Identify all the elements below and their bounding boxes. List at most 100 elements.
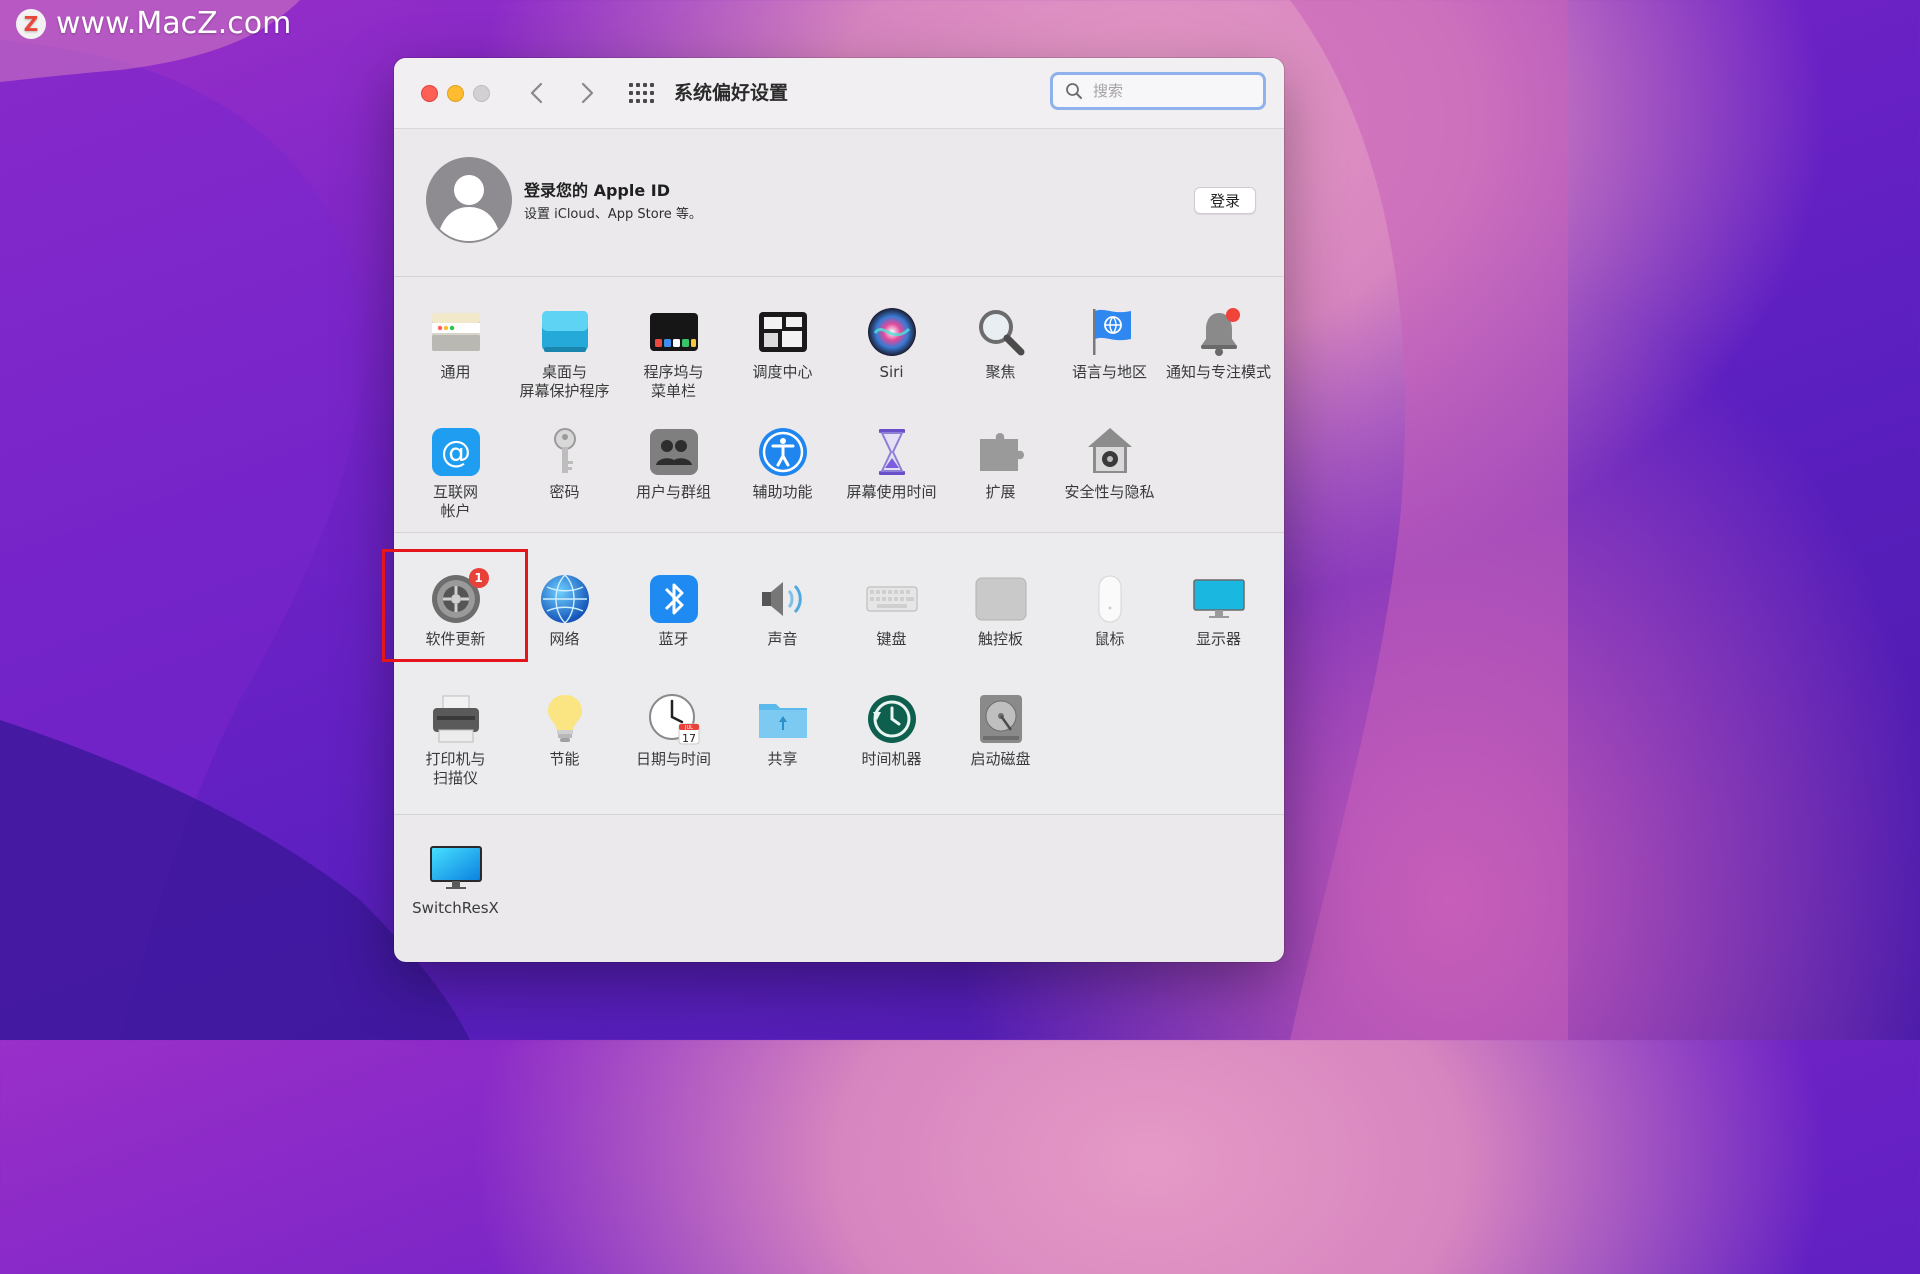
bluetooth-icon <box>649 575 698 623</box>
calendar-month-text: JUL <box>684 725 693 731</box>
users-groups-icon <box>649 429 698 475</box>
pane-label: 安全性与隐私 <box>1064 483 1155 501</box>
minimize-button[interactable] <box>447 85 464 102</box>
pane-language-region[interactable]: 语言与地区 <box>1055 305 1164 382</box>
chevron-right-icon <box>581 82 594 104</box>
passwords-icon <box>553 428 576 473</box>
pane-accessibility[interactable]: 辅助功能 <box>728 425 837 502</box>
pane-bluetooth[interactable]: 蓝牙 <box>619 572 728 649</box>
search-input[interactable] <box>1091 81 1245 101</box>
forward-button[interactable] <box>572 78 602 108</box>
login-button[interactable]: 登录 <box>1194 187 1256 214</box>
window-title: 系统偏好设置 <box>674 82 789 104</box>
pane-sound[interactable]: 声音 <box>728 572 837 649</box>
pane-label: 声音 <box>767 630 798 648</box>
pane-startup-disk[interactable]: 启动磁盘 <box>946 692 1055 769</box>
pane-label: 日期与时间 <box>635 750 711 768</box>
pane-printers-scanners[interactable]: 打印机与 扫描仪 <box>401 692 510 788</box>
date-time-icon: JUL 17 <box>648 694 699 745</box>
pane-switchresx[interactable]: SwitchResX <box>401 841 510 918</box>
pane-general[interactable]: 通用 <box>401 305 510 382</box>
pane-screen-time[interactable]: 屏幕使用时间 <box>837 425 946 502</box>
pane-siri[interactable]: Siri <box>837 305 946 382</box>
apple-id-title[interactable]: 登录您的 Apple ID <box>524 177 670 201</box>
accessibility-icon <box>758 428 807 476</box>
pane-internet-accounts[interactable]: @ 互联网 帐户 <box>401 425 510 521</box>
chevron-left-icon <box>530 82 543 104</box>
pane-time-machine[interactable]: 时间机器 <box>837 692 946 769</box>
pane-label: 共享 <box>767 750 798 768</box>
keyboard-icon <box>866 586 917 612</box>
highlight-box <box>382 549 528 662</box>
preferences-section-personal: 通用 桌面与 屏幕保护程序 程序坞与 菜单栏 调度中心 Siri 聚焦 语言与地… <box>394 277 1284 533</box>
printers-scanners-icon <box>432 695 479 743</box>
watermark: Z www.MacZ.com <box>16 6 291 41</box>
pane-label: 屏幕使用时间 <box>846 483 937 501</box>
pane-label: 网络 <box>549 630 580 648</box>
show-all-button[interactable] <box>628 80 654 106</box>
pane-label: 通知与专注模式 <box>1165 363 1271 381</box>
switchresx-icon <box>429 846 482 889</box>
pane-label: 密码 <box>549 483 580 501</box>
svg-text:@: @ <box>441 435 471 470</box>
macz-logo-icon: Z <box>16 8 46 39</box>
pane-label: 显示器 <box>1195 630 1241 648</box>
pane-label: 用户与群组 <box>635 483 711 501</box>
pane-label: 蓝牙 <box>658 630 689 648</box>
sound-icon <box>761 582 802 616</box>
search-field[interactable] <box>1050 72 1266 110</box>
pane-trackpad[interactable]: 触控板 <box>946 572 1055 649</box>
pane-mission-control[interactable]: 调度中心 <box>728 305 837 382</box>
pane-label: 打印机与 扫描仪 <box>425 750 486 787</box>
pane-displays[interactable]: 显示器 <box>1164 572 1273 649</box>
pane-sharing[interactable]: 共享 <box>728 692 837 769</box>
pane-dock[interactable]: 程序坞与 菜单栏 <box>619 305 728 401</box>
zoom-button[interactable] <box>473 85 490 102</box>
close-button[interactable] <box>421 85 438 102</box>
pane-date-time[interactable]: JUL 17 日期与时间 <box>619 692 728 769</box>
pane-label: 通用 <box>440 363 471 381</box>
pane-desktop[interactable]: 桌面与 屏幕保护程序 <box>510 305 619 401</box>
desktop-icon <box>541 311 588 352</box>
pane-label: 程序坞与 菜单栏 <box>643 363 704 400</box>
pane-spotlight[interactable]: 聚焦 <box>946 305 1055 382</box>
search-icon <box>1066 83 1082 99</box>
avatar-icon[interactable] <box>426 157 512 243</box>
sharing-icon <box>758 704 807 738</box>
pane-label: 鼠标 <box>1094 630 1125 648</box>
pane-passwords[interactable]: 密码 <box>510 425 619 502</box>
internet-accounts-icon: @ <box>431 428 480 476</box>
pane-label: 节能 <box>549 750 580 768</box>
network-icon <box>540 574 589 624</box>
mission-control-icon <box>758 312 807 352</box>
preferences-section-other: SwitchResX <box>394 815 1284 962</box>
mouse-icon <box>1098 575 1121 623</box>
pane-label: 互联网 帐户 <box>432 483 478 520</box>
startup-disk-icon <box>979 695 1022 743</box>
apple-id-section: 登录您的 Apple ID 设置 iCloud、App Store 等。 登录 <box>394 129 1284 277</box>
pane-label: 辅助功能 <box>752 483 813 501</box>
pane-notifications[interactable]: 通知与专注模式 <box>1164 305 1273 382</box>
watermark-text: www.MacZ.com <box>56 6 292 41</box>
pane-keyboard[interactable]: 键盘 <box>837 572 946 649</box>
pane-users-groups[interactable]: 用户与群组 <box>619 425 728 502</box>
security-privacy-icon <box>1087 428 1132 473</box>
spotlight-icon <box>978 310 1024 356</box>
displays-icon <box>1192 579 1245 618</box>
pane-extensions[interactable]: 扩展 <box>946 425 1055 502</box>
pane-label: 语言与地区 <box>1071 363 1147 381</box>
pane-label: 聚焦 <box>985 363 1016 381</box>
pane-energy-saver[interactable]: 节能 <box>510 692 619 769</box>
pane-mouse[interactable]: 鼠标 <box>1055 572 1164 649</box>
screen-time-icon <box>878 429 905 475</box>
pane-label: 触控板 <box>977 630 1023 648</box>
pane-label: SwitchResX <box>412 899 499 917</box>
notifications-icon <box>1200 308 1240 356</box>
pane-label: 调度中心 <box>752 363 813 381</box>
back-button[interactable] <box>522 78 552 108</box>
time-machine-icon <box>867 695 916 743</box>
pane-label: 启动磁盘 <box>970 750 1031 768</box>
energy-saver-icon <box>547 695 582 742</box>
pane-security-privacy[interactable]: 安全性与隐私 <box>1055 425 1164 502</box>
pane-label: Siri <box>879 363 904 381</box>
